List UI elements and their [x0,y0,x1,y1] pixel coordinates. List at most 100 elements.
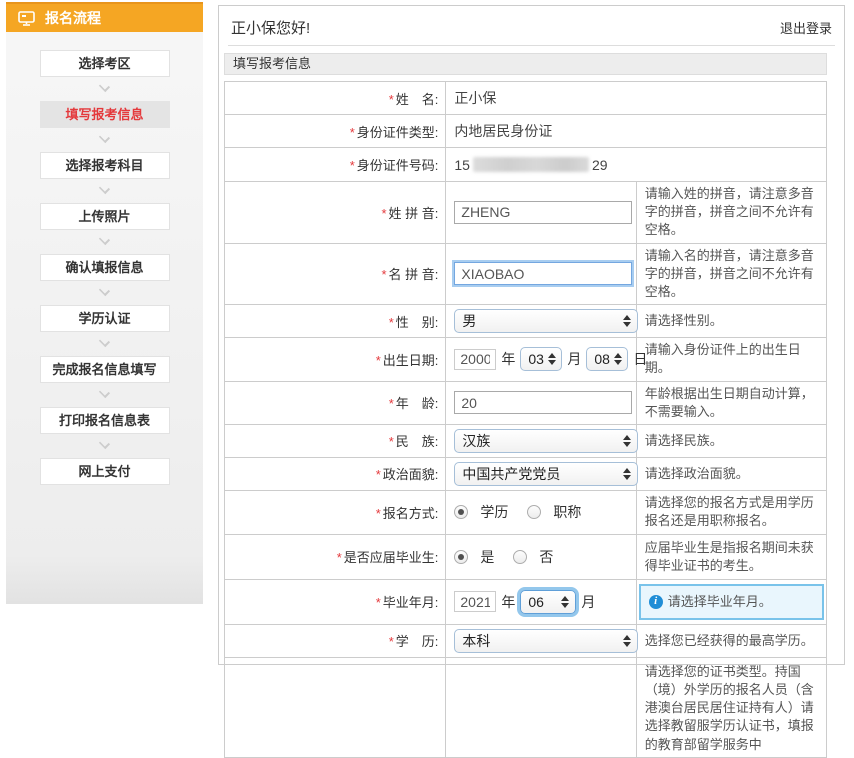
required-asterisk: * [350,125,355,140]
greeting-bar: 正小保您好! 退出登录 [219,6,844,45]
graduation-year-input[interactable] [454,591,496,612]
radio-education[interactable] [454,505,468,519]
table-row: *姓 拼 音: 请输入姓的拼音，请注意多音字的拼音，拼音之间不允许有空格。 [225,182,827,244]
chevron-down-icon [99,234,110,245]
table-row: *年 龄: 年龄根据出生日期自动计算，不需要输入。 [225,381,827,424]
required-asterisk: * [337,550,342,565]
logout-link[interactable]: 退出登录 [780,18,832,37]
ethnicity-select[interactable]: 汉族 [454,429,638,453]
sidebar-item-upload-photo[interactable]: 上传照片 [40,203,170,230]
sidebar-item-education-verify[interactable]: 学历认证 [40,305,170,332]
radio-label-yes: 是 [480,547,494,567]
field-hint: 请选择民族。 [636,424,826,457]
field-label-id-type: 身份证件类型 [357,125,435,140]
ethnicity-selected-value: 汉族 [462,431,490,451]
radio-label-education: 学历 [480,502,508,522]
registration-steps-sidebar: 报名流程 选择考区 填写报考信息 选择报考科目 上传照片 确认填报信息 学历认证… [6,2,203,604]
chevron-down-icon [99,387,110,398]
chevron-down-icon [99,132,110,143]
education-level-selected-value: 本科 [462,631,490,651]
field-value-id-type: 内地居民身份证 [446,115,827,148]
validation-info-box: 请选择毕业年月。 [639,584,824,620]
field-label-ethnicity: 民 族 [396,434,435,449]
select-arrows-icon [623,635,631,647]
sidebar-item-confirm-info[interactable]: 确认填报信息 [40,254,170,281]
user-greeting: 正小保您好! [231,17,310,38]
required-asterisk: * [376,353,381,368]
field-hint: 请选择您的报名方式是用学历报名还是用职称报名。 [636,490,826,534]
radio-yes[interactable] [454,550,468,564]
monitor-icon [18,11,35,26]
table-row: *出生日期: 年 03 月 08 日 请输入身份证件上的出生日期。 [225,338,827,381]
gender-select[interactable]: 男 [454,309,638,333]
field-label-fresh-graduate: 是否应届毕业生 [344,550,435,565]
steps-list: 选择考区 填写报考信息 选择报考科目 上传照片 确认填报信息 学历认证 完成报名… [6,32,203,485]
surname-pinyin-input[interactable] [454,201,632,224]
required-asterisk: * [389,634,394,649]
sidebar-title: 报名流程 [45,8,101,28]
birth-day-select[interactable]: 08 [586,347,628,371]
field-hint: 请输入姓的拼音，请注意多音字的拼音，拼音之间不允许有空格。 [636,182,826,244]
birth-month-value: 03 [528,351,544,367]
registration-form-table: *姓 名: 正小保 *身份证件类型: 内地居民身份证 *身份证件号码: 1529… [224,81,827,758]
table-row: *学 历: 本科 选择您已经获得的最高学历。 [225,624,827,657]
required-asterisk: * [389,396,394,411]
field-hint: 应届毕业生是指报名期间未获得毕业证书的考生。 [636,534,826,579]
info-icon [649,595,663,609]
required-asterisk: * [389,434,394,449]
main-panel: 正小保您好! 退出登录 填写报考信息 *姓 名: 正小保 *身份证件类型: 内地… [218,5,845,665]
sidebar-item-select-subjects[interactable]: 选择报考科目 [40,152,170,179]
redacted-id-digits [473,157,589,172]
field-label-gender: 性 别 [396,315,435,330]
table-row: *是否应届毕业生: 是 否 应届毕业生是指报名期间未获得毕业证书的考生。 [225,534,827,579]
sidebar-item-select-exam-area[interactable]: 选择考区 [40,50,170,77]
id-number-prefix: 15 [454,157,470,173]
chevron-down-icon [99,336,110,347]
givenname-pinyin-input[interactable] [454,262,632,285]
month-unit-label: 月 [581,592,595,612]
year-unit-label: 年 [501,349,515,369]
field-value-id-number: 1529 [446,148,827,182]
required-asterisk: * [381,206,386,221]
field-hint: 请输入身份证件上的出生日期。 [636,338,826,381]
field-label-political-status: 政治面貌 [383,467,435,482]
birth-month-select[interactable]: 03 [520,347,562,371]
field-hint: 请输入名的拼音，请注意多音字的拼音，拼音之间不允许有空格。 [636,243,826,305]
section-title: 填写报考信息 [224,53,827,75]
header-divider [228,45,835,46]
select-arrows-icon [548,353,556,365]
field-label-registration-method: 报名方式 [383,506,435,521]
field-hint: 请选择性别。 [636,305,826,338]
field-label-id-number: 身份证件号码 [357,158,435,173]
graduation-month-select[interactable]: 06 [520,590,576,614]
required-asterisk: * [376,467,381,482]
field-label-age: 年 龄 [396,396,435,411]
field-hint: 年龄根据出生日期自动计算，不需要输入。 [636,381,826,424]
field-value-name: 正小保 [446,82,827,115]
chevron-down-icon [99,438,110,449]
required-asterisk: * [350,158,355,173]
field-label-name: 姓 名 [396,92,435,107]
sidebar-item-print-form[interactable]: 打印报名信息表 [40,407,170,434]
year-unit-label: 年 [501,592,515,612]
sidebar-item-complete-registration[interactable]: 完成报名信息填写 [40,356,170,383]
select-arrows-icon [561,596,569,608]
political-status-selected-value: 中国共产党党员 [462,464,560,484]
field-hint: 请选择您的证书类型。持国（境）外学历的报名人员（含港澳台居民居住证持有人）请选择… [636,657,826,757]
table-row: *性 别: 男 请选择性别。 [225,305,827,338]
radio-no[interactable] [513,550,527,564]
birth-year-input[interactable] [454,349,496,370]
chevron-down-icon [99,285,110,296]
table-row: 请选择您的证书类型。持国（境）外学历的报名人员（含港澳台居民居住证持有人）请选择… [225,657,827,757]
age-input[interactable] [454,391,632,414]
education-level-select[interactable]: 本科 [454,629,638,653]
id-number-suffix: 29 [592,157,608,173]
select-arrows-icon [623,315,631,327]
radio-professional-title[interactable] [527,505,541,519]
validation-message: 请选择毕业年月。 [668,593,772,611]
gender-selected-value: 男 [462,311,476,331]
graduation-month-value: 06 [528,594,544,610]
sidebar-item-online-payment[interactable]: 网上支付 [40,458,170,485]
sidebar-item-fill-exam-info[interactable]: 填写报考信息 [40,101,170,128]
political-status-select[interactable]: 中国共产党党员 [454,462,638,486]
